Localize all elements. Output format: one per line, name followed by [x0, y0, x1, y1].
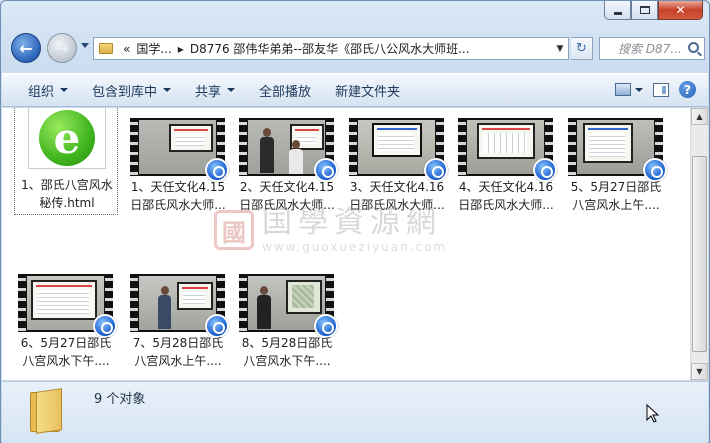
folder-icon — [99, 43, 113, 54]
search-input[interactable]: 搜索 D87... — [599, 37, 705, 60]
file-item[interactable]: 5、5月27日邵氏 八宫风水上午.... — [564, 112, 668, 216]
chevron-down-icon — [60, 88, 69, 92]
back-button[interactable]: ← — [11, 33, 41, 63]
item-count: 9 个对象 — [94, 392, 146, 407]
play-all-label: 全部播放 — [259, 84, 312, 100]
internet-explorer-icon: e — [39, 110, 95, 166]
search-placeholder: 搜索 D87... — [618, 42, 682, 56]
new-folder-label: 新建文件夹 — [335, 84, 401, 100]
file-item[interactable]: 8、5月28日邵氏 八宫风水下午.... — [235, 268, 339, 372]
chevron-down-icon — [635, 87, 643, 92]
file-list: e 1、邵氏八宫风水 秘传.html 1、天任文化4.15 日邵氏风水大师... — [2, 108, 708, 380]
change-view-button[interactable] — [615, 83, 643, 96]
details-pane: 9 个对象 — [2, 381, 708, 443]
address-dropdown-icon[interactable]: ▼ — [552, 44, 568, 54]
share-label: 共享 — [195, 84, 222, 100]
organize-label: 组织 — [28, 84, 55, 100]
caption-buttons: ✕ — [604, 1, 703, 20]
refresh-button[interactable]: ↻ — [571, 37, 593, 60]
include-in-library-menu[interactable]: 包含到库中 — [80, 81, 183, 100]
back-arrow-icon: ← — [19, 38, 33, 58]
file-name: 1、天任文化4.15 日邵氏风水大师... — [130, 180, 226, 212]
video-thumbnail — [239, 118, 338, 182]
file-item[interactable]: e 1、邵氏八宫风水 秘传.html — [14, 108, 118, 215]
chevron-down-icon — [163, 88, 172, 92]
file-item[interactable]: 7、5月28日邵氏 八宫风水上午.... — [126, 268, 230, 372]
mouse-cursor-icon — [646, 404, 660, 423]
video-thumbnail — [18, 274, 117, 338]
video-thumbnail — [239, 274, 338, 338]
file-name: 3、天任文化4.16 日邵氏风水大师... — [349, 180, 445, 212]
preview-pane-icon[interactable] — [653, 82, 669, 97]
navigation-bar: ← → « 国学... ▸ D8776 邵伟华弟弟--邵友华《邵氏八公风水大师班… — [9, 33, 705, 65]
view-icon — [615, 83, 631, 96]
watermark-url: www.guoxueziyuan.com — [262, 240, 448, 254]
breadcrumb-segment[interactable]: 国学... — [136, 40, 171, 57]
maximize-button[interactable] — [631, 1, 658, 20]
scrollbar-thumb[interactable] — [692, 156, 707, 352]
minimize-button[interactable] — [604, 1, 631, 20]
organize-menu[interactable]: 组织 — [2, 81, 80, 100]
file-item[interactable]: 6、5月27日邵氏 八宫风水下午.... — [14, 268, 118, 372]
help-icon[interactable]: ? — [679, 81, 696, 98]
refresh-icon: ↻ — [576, 41, 587, 56]
command-toolbar: 组织 包含到库中 共享 全部播放 新建文件夹 ? — [2, 73, 708, 107]
file-name: 5、5月27日邵氏 八宫风水上午.... — [570, 180, 662, 212]
maximize-icon — [639, 6, 650, 14]
file-name: 2、天任文化4.15 日邵氏风水大师... — [239, 180, 335, 212]
file-item[interactable]: 1、天任文化4.15 日邵氏风水大师... — [126, 112, 230, 216]
folder-icon — [30, 388, 64, 434]
scroll-down-icon[interactable]: ▼ — [691, 363, 708, 380]
watermark-seal: 國 — [214, 210, 254, 250]
close-button[interactable]: ✕ — [658, 1, 703, 20]
vertical-scrollbar[interactable]: ▲ ▼ — [690, 108, 708, 380]
explorer-window: ✕ ← → « 国学... ▸ D8776 邵伟华弟弟--邵友华《邵氏八公风水大… — [0, 0, 710, 443]
video-thumbnail — [130, 118, 229, 182]
address-bar[interactable]: « 国学... ▸ D8776 邵伟华弟弟--邵友华《邵氏八公风水大师班... … — [93, 37, 569, 60]
video-thumbnail — [458, 118, 557, 182]
file-name: 8、5月28日邵氏 八宫风水下午.... — [241, 336, 333, 368]
share-menu[interactable]: 共享 — [183, 81, 247, 100]
chevron-down-icon — [227, 88, 236, 92]
include-in-library-label: 包含到库中 — [92, 84, 158, 100]
minimize-icon — [613, 11, 622, 15]
file-name: 4、天任文化4.16 日邵氏风水大师... — [458, 180, 554, 212]
file-item[interactable]: 4、天任文化4.16 日邵氏风水大师... — [454, 112, 558, 216]
video-thumbnail — [349, 118, 448, 182]
video-thumbnail — [130, 274, 229, 338]
forward-button[interactable]: → — [47, 33, 77, 63]
recent-pages-dropdown-icon[interactable] — [81, 43, 89, 48]
html-file-thumbnail: e — [28, 108, 106, 169]
play-all-button[interactable]: 全部播放 — [247, 81, 323, 100]
file-name: 6、5月27日邵氏 八宫风水下午.... — [20, 336, 112, 368]
video-thumbnail — [568, 118, 667, 182]
breadcrumb-separator-icon[interactable]: ▸ — [178, 42, 184, 56]
file-item[interactable]: 2、天任文化4.15 日邵氏风水大师... — [235, 112, 339, 216]
address-overflow-chevron[interactable]: « — [123, 42, 130, 56]
search-icon — [688, 42, 699, 53]
file-item[interactable]: 3、天任文化4.16 日邵氏风水大师... — [345, 112, 449, 216]
file-name: 1、邵氏八宫风水 秘传.html — [21, 178, 113, 210]
scroll-up-icon[interactable]: ▲ — [691, 108, 708, 125]
forward-arrow-icon: → — [55, 38, 69, 58]
file-name: 7、5月28日邵氏 八宫风水上午.... — [132, 336, 224, 368]
breadcrumb-segment[interactable]: D8776 邵伟华弟弟--邵友华《邵氏八公风水大师班... — [190, 40, 552, 57]
close-icon: ✕ — [675, 3, 686, 17]
new-folder-button[interactable]: 新建文件夹 — [323, 81, 412, 100]
